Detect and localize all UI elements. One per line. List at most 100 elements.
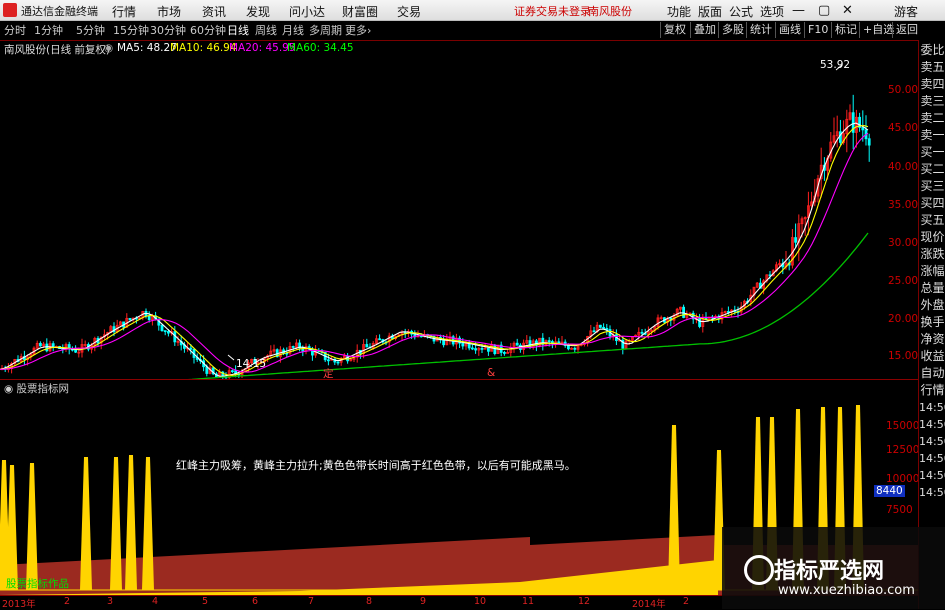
quote-panel-item[interactable]: 买五 xyxy=(919,212,945,229)
yellow-spike xyxy=(80,457,92,590)
period-tab-active[interactable]: 日线 xyxy=(227,23,249,38)
close-icon[interactable]: ✕ xyxy=(842,3,853,18)
candle xyxy=(515,342,519,346)
y-tick: 40.00 xyxy=(888,161,919,173)
x-tick: 10 xyxy=(474,596,487,607)
y-tick: 20.00 xyxy=(888,313,919,325)
period-tab[interactable]: 周线 xyxy=(255,23,277,38)
y-tick: 15.00 xyxy=(888,350,919,362)
quote-panel-item[interactable]: 买三 xyxy=(919,178,945,195)
period-toolbar: 分时 1分钟 5分钟 15分钟 30分钟 60分钟 日线 周线 月线 多周期 更… xyxy=(0,21,945,41)
candle xyxy=(567,345,570,350)
menu-ask[interactable]: 问小达 xyxy=(289,3,325,20)
tool-button[interactable]: F10 xyxy=(804,22,831,38)
quote-panel-item[interactable]: 买二 xyxy=(919,161,945,178)
menu-wealth[interactable]: 财富圈 xyxy=(342,3,378,20)
tool-button[interactable]: 标记 xyxy=(831,22,860,38)
quote-panel-item[interactable]: 委比 xyxy=(919,42,945,59)
price-chart[interactable]: 南风股份(日线 前复权) ◉ MA5: 48.27 MA10: 46.94 MA… xyxy=(0,40,918,380)
x-tick: 5 xyxy=(202,596,209,607)
quote-panel-item[interactable]: 14:50 xyxy=(919,450,945,467)
quote-panel-item[interactable]: 14:50 xyxy=(919,467,945,484)
quote-panel-item[interactable]: 卖四 xyxy=(919,76,945,93)
menu-function[interactable]: 功能 xyxy=(667,3,691,20)
tool-button[interactable]: 多股 xyxy=(718,22,747,38)
candle xyxy=(682,306,685,318)
quote-panel-item[interactable]: 行情 xyxy=(919,382,945,399)
maximize-icon[interactable]: ▢ xyxy=(818,3,830,18)
candle xyxy=(365,344,369,348)
right-quote-panel: 委比 卖五 卖四 卖三 卖二 卖一 买一 买二 买三 买四 买五 现价 涨跌 涨幅 总量 外盘 换手 净资 收益 自动… xyxy=(918,40,945,609)
quote-panel-item[interactable]: 换手 xyxy=(919,314,945,331)
quote-panel-item[interactable]: 现价 xyxy=(919,229,945,246)
menu-quotes[interactable]: 行情 xyxy=(112,3,136,20)
ind-y-tick: 7500 xyxy=(886,504,913,516)
quote-panel-item[interactable]: 卖二 xyxy=(919,110,945,127)
y-tick: 35.00 xyxy=(888,199,919,211)
x-tick: 8 xyxy=(366,596,373,607)
menu-trade[interactable]: 交易 xyxy=(397,3,421,20)
candle xyxy=(573,347,577,350)
quote-panel-item[interactable]: 买一 xyxy=(919,144,945,161)
indicator-annotation: 红峰主力吸筹，黄峰主力拉升;黄色色带长时间高于红色色带，以后有可能成黑马。 xyxy=(176,459,576,472)
quote-panel-item[interactable]: 自动 xyxy=(919,365,945,382)
quote-panel-item[interactable]: 收益 xyxy=(919,348,945,365)
period-tab[interactable]: 多周期 xyxy=(309,23,342,38)
tool-button[interactable]: 统计 xyxy=(746,22,775,38)
quote-panel-item[interactable]: 卖一 xyxy=(919,127,945,144)
candle xyxy=(599,324,602,328)
candle xyxy=(867,138,871,146)
candle xyxy=(378,338,382,341)
menu-layout[interactable]: 版面 xyxy=(698,3,722,20)
quote-panel-item[interactable]: 14:50 xyxy=(919,399,945,416)
quote-panel-item[interactable]: 卖三 xyxy=(919,93,945,110)
candle xyxy=(147,315,151,321)
tool-button[interactable]: 叠加 xyxy=(690,22,719,38)
candle xyxy=(474,348,478,351)
x-tick: 2 xyxy=(64,596,71,607)
period-tab[interactable]: 30分钟 xyxy=(150,23,186,38)
period-tab[interactable]: 1分钟 xyxy=(34,23,63,38)
menu-market[interactable]: 市场 xyxy=(157,3,181,20)
menu-discover[interactable]: 发现 xyxy=(246,3,270,20)
period-tab[interactable]: 5分钟 xyxy=(76,23,105,38)
candle xyxy=(602,326,605,329)
tool-button[interactable]: 返回 xyxy=(892,22,921,38)
period-tab[interactable]: 60分钟 xyxy=(190,23,226,38)
quote-panel-item[interactable]: 14:50 xyxy=(919,433,945,450)
period-tab[interactable]: 分时 xyxy=(4,23,26,38)
period-tab[interactable]: 月线 xyxy=(282,23,304,38)
minimize-icon[interactable]: — xyxy=(792,3,805,18)
tool-button[interactable]: 复权 xyxy=(660,22,689,38)
quote-panel-item[interactable]: 涨幅 xyxy=(919,263,945,280)
quote-panel-item[interactable]: 买四 xyxy=(919,195,945,212)
app-title: 通达信金融终端 xyxy=(21,5,98,18)
user-guest[interactable]: 游客 xyxy=(894,3,918,20)
menu-formula[interactable]: 公式 xyxy=(729,3,753,20)
trade-login-notice[interactable]: 证券交易未登录 xyxy=(514,3,591,19)
candle xyxy=(442,339,446,346)
candle xyxy=(486,347,490,352)
quote-panel-item[interactable]: 卖五 xyxy=(919,59,945,76)
quote-panel-item[interactable]: 总量 xyxy=(919,280,945,297)
watermark-logo-icon xyxy=(744,555,774,585)
x-tick: 3 xyxy=(107,596,114,607)
period-tab[interactable]: 15分钟 xyxy=(113,23,149,38)
settings-icon[interactable]: ◉ xyxy=(4,383,17,395)
ind-y-tick: 10000 xyxy=(886,473,920,485)
quote-panel-item[interactable]: 净资 xyxy=(919,331,945,348)
period-tab[interactable]: 更多 xyxy=(345,23,367,38)
quote-panel-item[interactable]: 14:50 xyxy=(919,416,945,433)
quote-panel-item[interactable]: 涨跌 xyxy=(919,246,945,263)
candle xyxy=(557,341,561,344)
quote-panel-item[interactable]: 14:50 xyxy=(919,484,945,501)
tool-button[interactable]: 画线 xyxy=(775,22,804,38)
menu-options[interactable]: 选项 xyxy=(760,3,784,20)
stock-name-title: 南风股份 xyxy=(588,5,632,18)
price-candles xyxy=(0,64,871,380)
chevron-right-icon[interactable]: › xyxy=(367,23,371,38)
menu-news[interactable]: 资讯 xyxy=(202,3,226,20)
pane-divider[interactable] xyxy=(0,379,918,380)
quote-panel-item[interactable]: 外盘 xyxy=(919,297,945,314)
ind-y-tick: 12500 xyxy=(886,444,920,456)
